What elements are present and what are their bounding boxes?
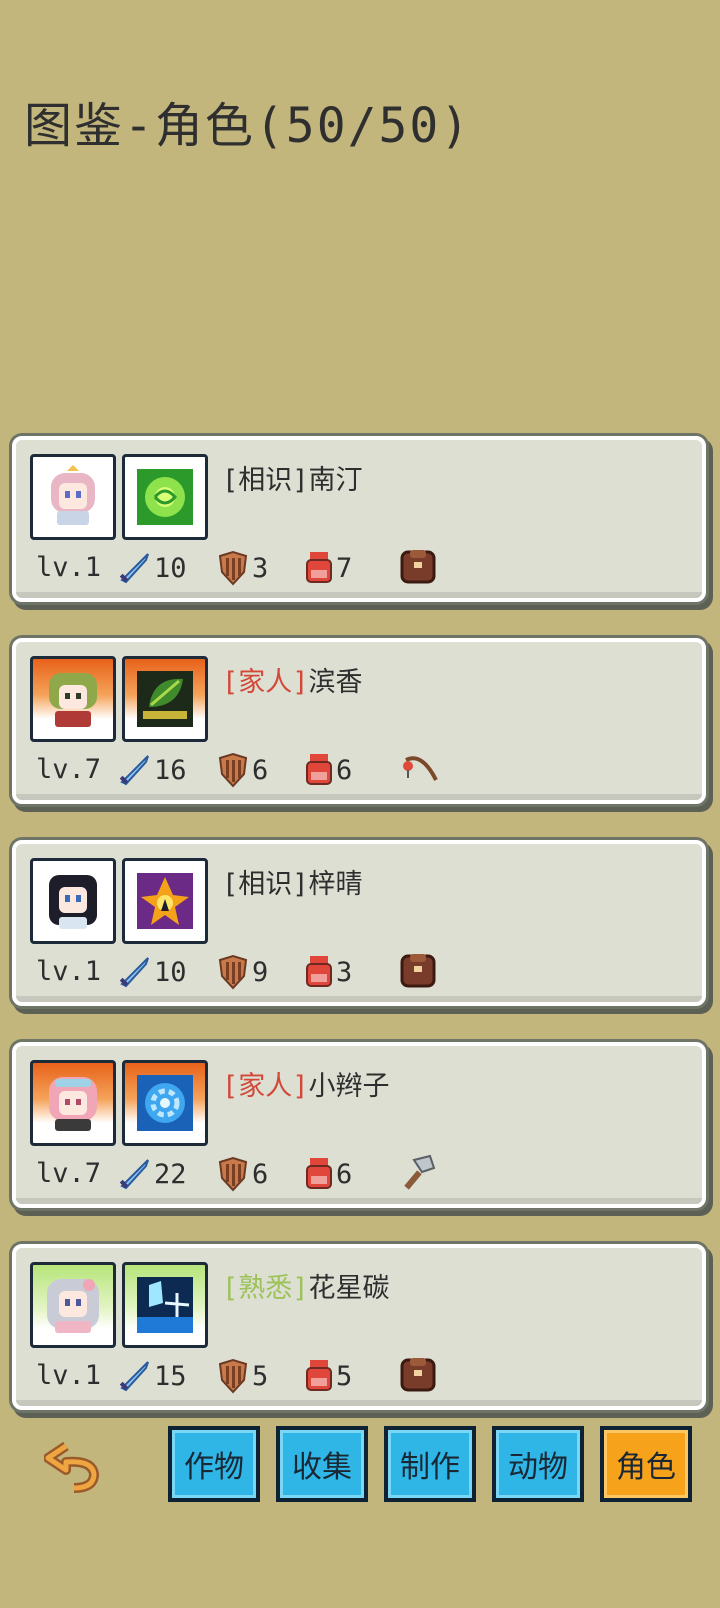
character-portrait [30, 1262, 116, 1348]
relation-tag: [熟悉] [222, 1273, 309, 1304]
stamina-stat: 6 [304, 1156, 352, 1192]
level-text: lv.1 [36, 1360, 102, 1391]
potion-icon [306, 552, 332, 583]
defense-stat: 5 [216, 1358, 268, 1394]
character-name: [相识]梓晴 [222, 869, 363, 900]
tab-crops[interactable]: 作物 [168, 1426, 260, 1502]
tab-characters[interactable]: 角色 [600, 1426, 692, 1502]
attack-stat: 16 [116, 752, 187, 788]
character-card-4[interactable]: [熟悉]花星碳 lv.1 15 5 5 [12, 1244, 706, 1410]
relation-tag: [相识] [222, 869, 309, 900]
level-text: lv.7 [36, 1158, 102, 1189]
tab-animals[interactable]: 动物 [492, 1426, 584, 1502]
potion-icon [306, 956, 332, 987]
defense-stat: 6 [216, 1156, 268, 1192]
character-name: [相识]南汀 [222, 465, 363, 496]
relation-tag: [家人] [222, 1071, 309, 1102]
shield-icon [218, 550, 248, 586]
defense-stat: 3 [216, 550, 268, 586]
relation-tag: [家人] [222, 667, 309, 698]
backpack-icon [400, 952, 436, 995]
level-text: lv.7 [36, 754, 102, 785]
shield-icon [218, 1156, 248, 1192]
potion-icon [306, 754, 332, 785]
character-portrait [30, 454, 116, 540]
defense-stat: 6 [216, 752, 268, 788]
stats-row: lv.7 22 6 6 [16, 1154, 702, 1194]
skill-icon-blue-gear [122, 1060, 208, 1146]
attack-stat: 10 [116, 550, 187, 586]
attack-stat: 15 [116, 1358, 187, 1394]
backpack-icon [400, 548, 436, 591]
skill-icon-leaf [122, 656, 208, 742]
stamina-stat: 7 [304, 550, 352, 586]
attack-stat: 10 [116, 954, 187, 990]
skill-icon-green-swirl [122, 454, 208, 540]
level-text: lv.1 [36, 552, 102, 583]
skill-icon-crystal [122, 1262, 208, 1348]
character-card-2[interactable]: [相识]梓晴 lv.1 10 9 3 [12, 840, 706, 1006]
backpack-icon [400, 1356, 436, 1399]
sword-icon [119, 1361, 149, 1392]
stamina-stat: 3 [304, 954, 352, 990]
character-portrait [30, 858, 116, 944]
stats-row: lv.1 10 9 3 [16, 952, 702, 992]
stats-row: lv.1 10 3 7 [16, 548, 702, 588]
sword-icon [119, 957, 149, 988]
relation-tag: [相识] [222, 465, 309, 496]
character-name: [家人]滨香 [222, 667, 363, 698]
character-card-1[interactable]: [家人]滨香 lv.7 16 6 6 [12, 638, 706, 804]
fishing-rod-icon [400, 750, 440, 793]
character-portrait [30, 1060, 116, 1146]
stamina-stat: 5 [304, 1358, 352, 1394]
sword-icon [119, 1159, 149, 1190]
sword-icon [119, 755, 149, 786]
category-tabs: 作物 收集 制作 动物 角色 [0, 1426, 720, 1506]
tab-collection[interactable]: 收集 [276, 1426, 368, 1502]
character-portrait [30, 656, 116, 742]
tab-crafting[interactable]: 制作 [384, 1426, 476, 1502]
shield-icon [218, 954, 248, 990]
character-card-3[interactable]: [家人]小辫子 lv.7 22 6 6 [12, 1042, 706, 1208]
attack-stat: 22 [116, 1156, 187, 1192]
character-name: [熟悉]花星碳 [222, 1273, 390, 1304]
shield-icon [218, 1358, 248, 1394]
stamina-stat: 6 [304, 752, 352, 788]
skill-icon-fire-burst [122, 858, 208, 944]
sword-icon [119, 553, 149, 584]
defense-stat: 9 [216, 954, 268, 990]
shield-icon [218, 752, 248, 788]
stats-row: lv.7 16 6 6 [16, 750, 702, 790]
character-card-0[interactable]: [相识]南汀 lv.1 10 3 7 [12, 436, 706, 602]
axe-icon [400, 1154, 440, 1197]
stats-row: lv.1 15 5 5 [16, 1356, 702, 1396]
level-text: lv.1 [36, 956, 102, 987]
character-name: [家人]小辫子 [222, 1071, 390, 1102]
potion-icon [306, 1158, 332, 1189]
page-title: 图鉴-角色(50/50) [24, 98, 472, 154]
potion-icon [306, 1360, 332, 1391]
